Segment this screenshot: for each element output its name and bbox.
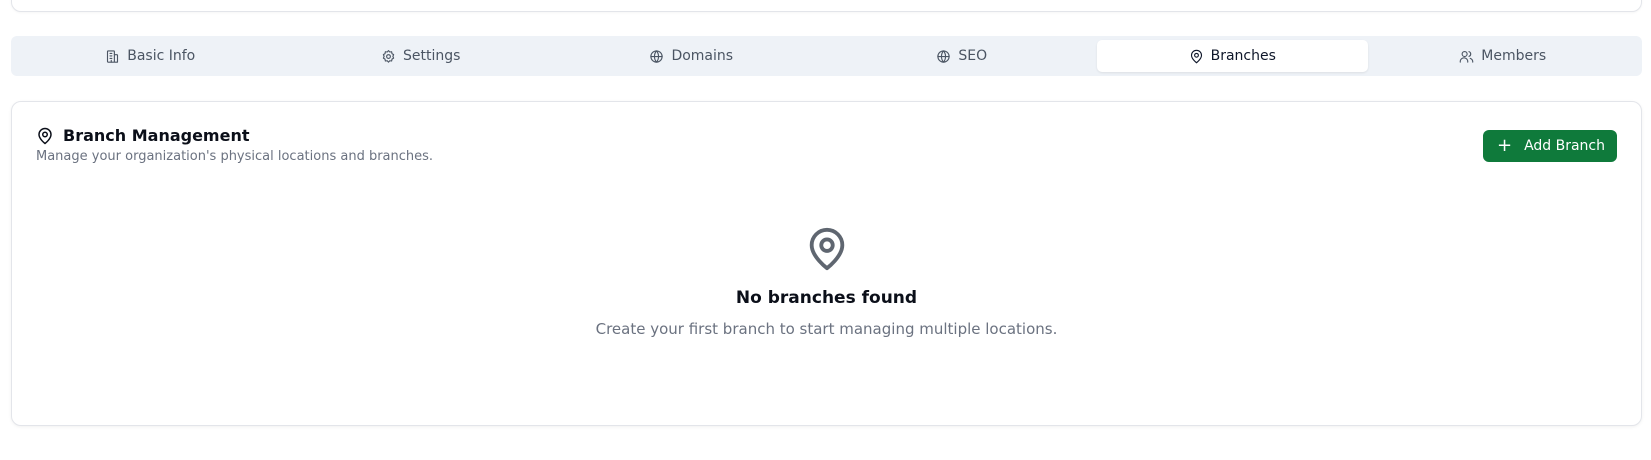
gear-icon bbox=[382, 49, 395, 63]
map-pin-icon bbox=[809, 228, 844, 271]
tab-domains[interactable]: Domains bbox=[556, 40, 827, 72]
add-branch-button[interactable]: + Add Branch bbox=[1482, 130, 1617, 162]
tab-label: Members bbox=[1481, 48, 1547, 64]
tab-branches[interactable]: Branches bbox=[1097, 40, 1368, 72]
tab-label: Settings bbox=[403, 48, 461, 64]
card-header: Branch Management Manage your organizati… bbox=[36, 126, 433, 164]
tab-settings[interactable]: Settings bbox=[286, 40, 557, 72]
tab-label: SEO bbox=[958, 48, 988, 64]
empty-state: No branches found Create your first bran… bbox=[12, 226, 1641, 338]
card-title: Branch Management bbox=[63, 126, 250, 145]
map-pin-icon bbox=[38, 127, 52, 144]
tab-basic-info[interactable]: Basic Info bbox=[15, 40, 286, 72]
map-pin-icon bbox=[1190, 49, 1202, 63]
globe-icon bbox=[937, 49, 951, 63]
tab-label: Basic Info bbox=[127, 48, 196, 64]
tab-members[interactable]: Members bbox=[1368, 40, 1639, 72]
card-description: Manage your organization's physical loca… bbox=[36, 149, 434, 164]
empty-state-description: Create your first branch to start managi… bbox=[595, 320, 1058, 338]
building-icon bbox=[107, 49, 119, 63]
tab-bar: Basic Info Settings Domains SEO Branches bbox=[11, 36, 1642, 76]
tab-label: Domains bbox=[671, 48, 734, 64]
tab-label: Branches bbox=[1210, 48, 1276, 64]
card-title-row: Branch Management bbox=[36, 126, 433, 145]
empty-state-title: No branches found bbox=[735, 288, 918, 308]
users-icon bbox=[1459, 50, 1474, 63]
globe-icon bbox=[650, 49, 664, 63]
add-branch-label: Add Branch bbox=[1524, 138, 1605, 154]
plus-icon: + bbox=[1496, 134, 1513, 156]
branch-management-card: Branch Management Manage your organizati… bbox=[11, 101, 1642, 426]
previous-card bbox=[11, 0, 1642, 12]
tab-seo[interactable]: SEO bbox=[827, 40, 1098, 72]
